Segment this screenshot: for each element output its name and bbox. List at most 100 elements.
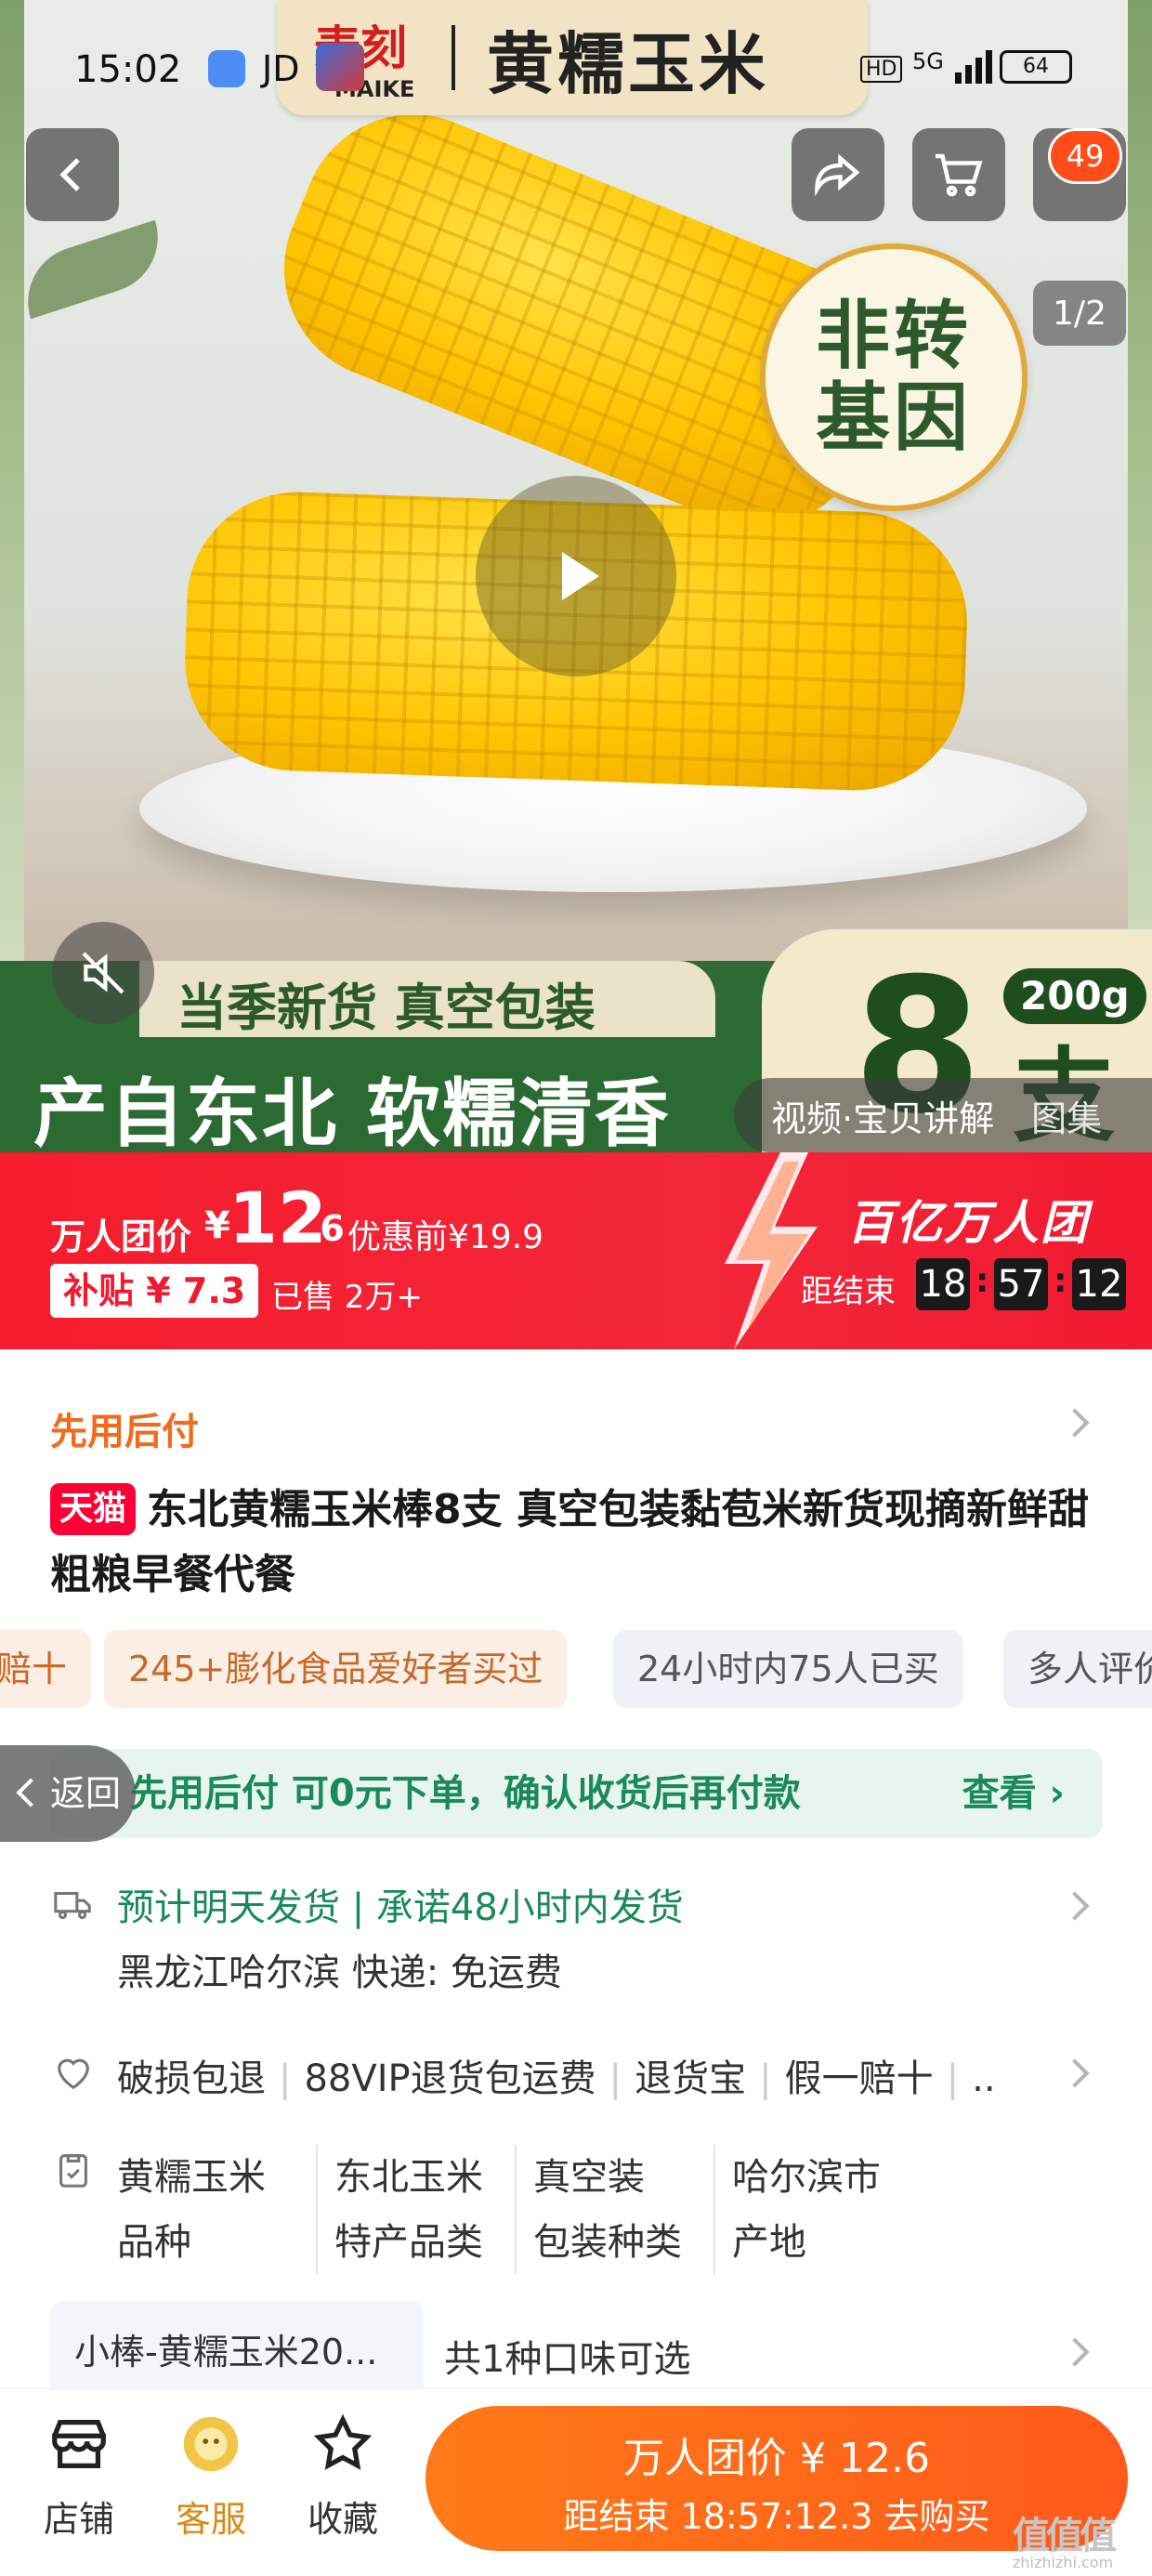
signal-icon	[955, 50, 992, 84]
tag-item[interactable]: 赔十	[0, 1630, 91, 1708]
variant-count[interactable]: 共1种口味可选	[444, 2329, 690, 2383]
countdown-colon: :	[1054, 1262, 1067, 1300]
tag-item[interactable]: 24小时内75人已买	[613, 1630, 963, 1708]
attribute-value: 黄糯玉米	[117, 2156, 266, 2199]
watermark: 值值值	[1013, 2515, 1117, 2557]
chevron-right-icon[interactable]	[1060, 2337, 1090, 2367]
tab-video[interactable]: 视频·宝贝讲解	[771, 1090, 994, 1141]
divider: |	[946, 2057, 960, 2100]
mute-button[interactable]	[52, 922, 154, 1024]
attribute-item: 真空装 包装种类	[515, 2145, 713, 2275]
divider: |	[759, 2057, 772, 2100]
service-guarantees[interactable]: 破损包退 | 88VIP退货包运费 | 退货宝 | 假一赔十 |..	[117, 2048, 996, 2102]
play-icon	[562, 552, 599, 600]
tag-item[interactable]: 多人评价	[1003, 1630, 1152, 1708]
favorite-label: 收藏	[307, 2499, 378, 2540]
view-link[interactable]: 查看 ›	[962, 1749, 1065, 1838]
product-title-text: 东北黄糯玉米棒8支 真空包装黏苞米新货现摘新鲜甜粗粮早餐代餐	[50, 1486, 1089, 1598]
service-item: 假一赔十	[784, 2057, 934, 2100]
status-jd: JD	[262, 48, 300, 89]
service-item: 破损包退	[117, 2057, 266, 2100]
media-tabs: 视频·宝贝讲解 图集	[734, 1078, 1152, 1152]
attribute-value: 哈尔滨市	[732, 2156, 881, 2199]
store-icon	[52, 2420, 106, 2468]
network-label: 5G	[912, 48, 944, 74]
countdown-label: 距结束	[801, 1273, 896, 1310]
shipping-origin: 黑龙江哈尔滨 快递: 免运费	[117, 1952, 562, 1994]
service-item: 退货宝	[635, 2057, 747, 2100]
cart-count-badge: 49	[1048, 128, 1122, 184]
cart-button[interactable]	[912, 128, 1005, 221]
shipping-estimate: 预计明天发货 | 承诺48小时内发货	[117, 1886, 684, 1929]
chevron-right-icon[interactable]	[1060, 1891, 1090, 1921]
banner-upper-text: 当季新货 真空包装	[177, 979, 596, 1037]
back-label: 返回	[50, 1773, 122, 1814]
share-button[interactable]	[792, 128, 884, 221]
pay-later-banner[interactable]: 先用后付 可0元下单，确认收货后再付款 查看 ›	[50, 1749, 1102, 1838]
attribute-item: 哈尔滨市 产地	[713, 2145, 912, 2275]
service-avatar-icon	[183, 2416, 239, 2472]
store-button[interactable]: 店铺	[28, 2412, 130, 2542]
chevron-right-icon	[1060, 1408, 1090, 1438]
badge-line: 非转	[816, 293, 972, 379]
non-gmo-badge: 非转 基因	[760, 243, 1028, 511]
group-buy-banner: 万人团价 ¥ 12 .6 优惠前¥19.9 补贴 ¥ 7.3 已售 2万+ 百亿…	[0, 1152, 1152, 1349]
chevron-right-icon[interactable]	[1060, 2058, 1090, 2088]
event-title: 百亿万人团	[847, 1196, 1089, 1250]
countdown-seconds: 12	[1072, 1258, 1126, 1310]
bottom-action-bar: 店铺 客服 收藏 万人团价 ¥ 12.6 距结束 18:57:12.3 去购买	[0, 2388, 1152, 2576]
badge-line: 基因	[816, 375, 972, 461]
banner-lower-text: 产自东北 软糯清香	[33, 1071, 671, 1157]
pay-later-row[interactable]: 先用后付	[50, 1401, 199, 1455]
currency-symbol: ¥	[204, 1204, 230, 1247]
group-price-label: 万人团价	[50, 1216, 192, 1257]
truck-icon	[54, 1891, 91, 1920]
attribute-label: 产地	[732, 2221, 806, 2264]
customer-service-button[interactable]: 客服	[160, 2412, 262, 2542]
tab-gallery[interactable]: 图集	[1031, 1090, 1102, 1141]
cart-icon	[936, 153, 983, 197]
clipboard-icon	[59, 2154, 87, 2188]
back-button[interactable]	[26, 128, 119, 221]
attribute-item: 黄糯玉米 品种	[117, 2145, 316, 2275]
play-video-button[interactable]	[476, 476, 676, 677]
lightning-icon	[725, 1152, 818, 1349]
battery-icon: 64	[1000, 50, 1072, 84]
status-bar: 15:02 JD HD 5G 64	[0, 0, 1152, 130]
sold-count: 已售 2万+	[271, 1279, 423, 1316]
status-time: 15:02	[74, 48, 182, 91]
store-label: 店铺	[43, 2499, 114, 2540]
price-decimal: .6	[307, 1208, 345, 1249]
tmall-badge: 天猫	[50, 1483, 137, 1535]
app-notification-icon	[208, 50, 245, 87]
service-item: 88VIP退货包运费	[304, 2057, 596, 2100]
subsidy-badge: 补贴 ¥ 7.3	[50, 1264, 259, 1318]
buy-price-label: 万人团价 ¥ 12.6	[623, 2435, 930, 2482]
attribute-label: 包装种类	[533, 2221, 682, 2264]
floating-back-button[interactable]: 返回	[0, 1745, 136, 1842]
product-attributes[interactable]: 黄糯玉米 品种 东北玉米 特产品类 真空装 包装种类 哈尔滨市 产地	[117, 2145, 912, 2275]
image-counter: 1/2	[1033, 281, 1126, 346]
tag-item[interactable]: 245+膨化食品爱好者买过	[104, 1630, 568, 1708]
favorite-button[interactable]: 收藏	[292, 2412, 394, 2542]
service-label: 客服	[175, 2499, 246, 2540]
divider: |	[279, 2057, 292, 2100]
pay-later-banner-text: 先用后付 可0元下单，确认收货后再付款	[130, 1772, 801, 1815]
service-item: ..	[972, 2057, 996, 2100]
attribute-value: 东北玉米	[334, 2156, 483, 2199]
banner-upper: 当季新货 真空包装	[139, 961, 715, 1037]
countdown-colon: :	[975, 1262, 989, 1300]
mute-icon	[82, 952, 124, 994]
attribute-item: 东北玉米 特产品类	[316, 2145, 515, 2275]
watermark-url: zhizhizhi.com	[1013, 2554, 1114, 2571]
divider: |	[609, 2057, 622, 2100]
share-icon	[815, 153, 860, 197]
original-price: 优惠前¥19.9	[347, 1218, 544, 1256]
tag-strip[interactable]: 赔十 245+膨化食品爱好者买过 24小时内75人已买 多人评价	[0, 1630, 1152, 1708]
countdown-hours: 18	[916, 1258, 970, 1310]
chevron-left-icon	[59, 158, 80, 191]
chevron-left-icon	[16, 1778, 46, 1807]
product-title: 天猫 东北黄糯玉米棒8支 真空包装黏苞米新货现摘新鲜甜粗粮早餐代餐	[50, 1478, 1109, 1608]
star-icon	[313, 2413, 373, 2470]
attribute-value: 真空装	[533, 2156, 645, 2199]
